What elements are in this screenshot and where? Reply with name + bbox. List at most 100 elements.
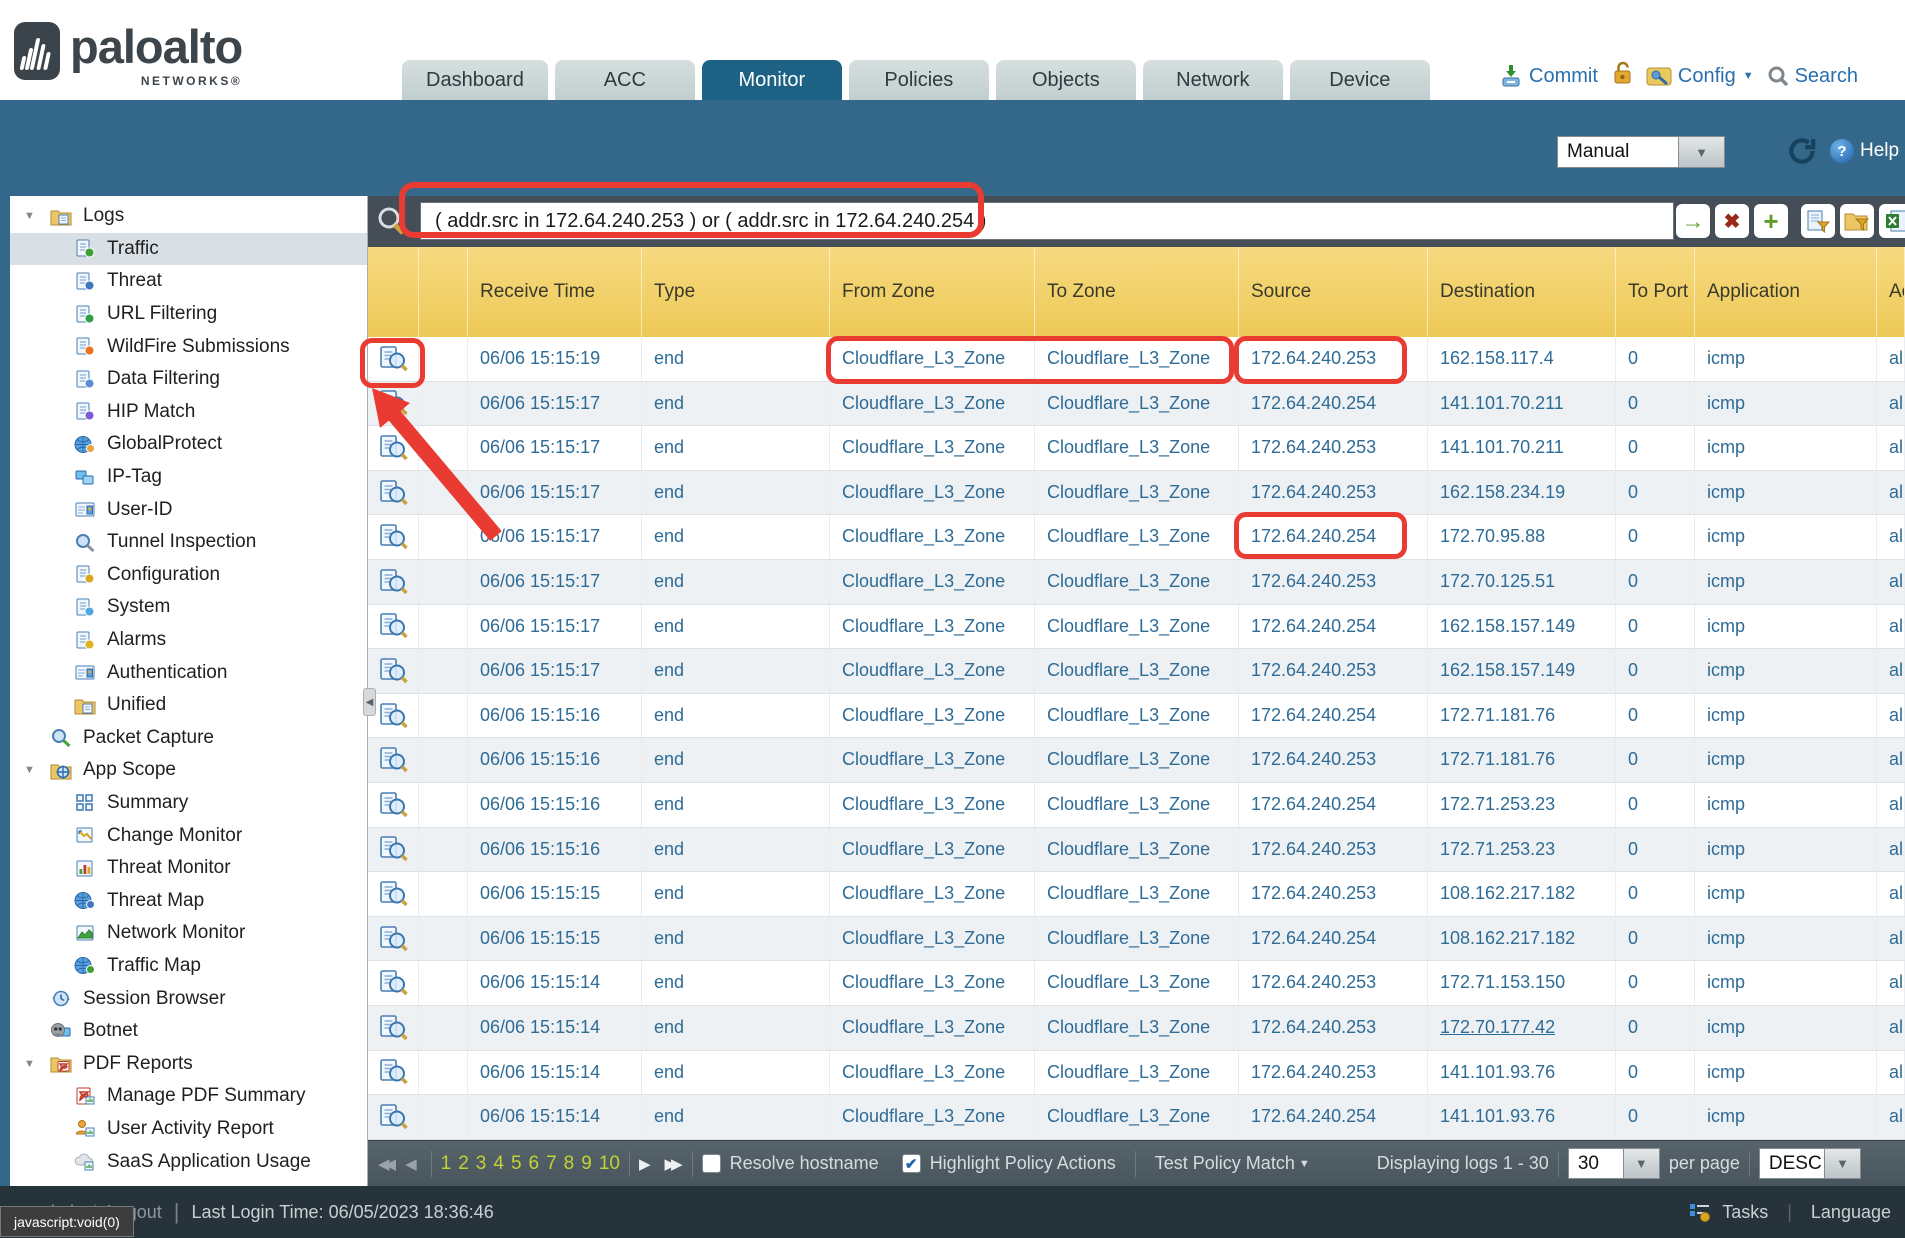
cell-text[interactable]: 172.64.240.254	[1251, 1106, 1376, 1126]
cell-text[interactable]: 06/06 15:15:17	[480, 393, 600, 413]
cell-text[interactable]: Cloudflare_L3_Zone	[1047, 1017, 1210, 1037]
log-detail-icon[interactable]	[368, 426, 419, 470]
cell-text[interactable]: Cloudflare_L3_Zone	[1047, 972, 1210, 992]
cell-text[interactable]: icmp	[1707, 705, 1745, 725]
cell-text[interactable]: Cloudflare_L3_Zone	[842, 749, 1005, 769]
cell-text[interactable]: 06/06 15:15:14	[480, 972, 600, 992]
cell-text[interactable]: Cloudflare_L3_Zone	[842, 705, 1005, 725]
cell-text[interactable]: icmp	[1707, 348, 1745, 368]
cell-text[interactable]: icmp	[1707, 571, 1745, 591]
tab-device[interactable]: Device	[1290, 60, 1430, 100]
cell-text[interactable]: 0	[1628, 393, 1638, 413]
cell-text[interactable]: 172.71.253.23	[1440, 794, 1555, 814]
cell-text[interactable]: Cloudflare_L3_Zone	[842, 972, 1005, 992]
cell-text[interactable]: icmp	[1707, 1106, 1745, 1126]
cell-text[interactable]: icmp	[1707, 1062, 1745, 1082]
cell-text[interactable]: icmp	[1707, 1017, 1745, 1037]
cell-text[interactable]: 172.64.240.253	[1251, 1062, 1376, 1082]
cell-text[interactable]: 0	[1628, 660, 1638, 680]
page-link-1[interactable]: 1	[441, 1153, 452, 1175]
cell-text[interactable]: 172.64.240.253	[1251, 348, 1376, 368]
page-link-10[interactable]: 10	[599, 1153, 620, 1175]
cell-text[interactable]: 06/06 15:15:14	[480, 1062, 600, 1082]
cell-text[interactable]: 06/06 15:15:14	[480, 1106, 600, 1126]
sidebar-item-wildfire-submissions[interactable]: WildFire Submissions	[10, 330, 367, 363]
refresh-icon[interactable]	[1786, 136, 1818, 171]
cell-text[interactable]: 06/06 15:15:16	[480, 705, 600, 725]
log-detail-icon[interactable]	[368, 337, 419, 381]
cell-text[interactable]: Cloudflare_L3_Zone	[1047, 571, 1210, 591]
resolve-hostname-checkbox[interactable]	[702, 1154, 721, 1173]
cell-text[interactable]: end	[654, 839, 684, 859]
cell-text[interactable]: Cloudflare_L3_Zone	[842, 660, 1005, 680]
cell-text[interactable]: Cloudflare_L3_Zone	[842, 1062, 1005, 1082]
cell-text[interactable]: 172.71.253.23	[1440, 839, 1555, 859]
per-page-select[interactable]: 30 ▼	[1568, 1148, 1660, 1179]
last-page-button[interactable]: ▶▶	[665, 1155, 683, 1173]
first-page-button[interactable]: ◀◀	[378, 1155, 396, 1173]
cell-text[interactable]: al	[1889, 839, 1903, 859]
log-detail-icon[interactable]	[368, 961, 419, 1005]
cell-text[interactable]: icmp	[1707, 482, 1745, 502]
sidebar-item-alarms[interactable]: Alarms	[10, 624, 367, 657]
cell-text[interactable]: 06/06 15:15:14	[480, 1017, 600, 1037]
column-header-blank[interactable]	[419, 247, 468, 337]
cell-text[interactable]: 172.64.240.253	[1251, 972, 1376, 992]
sidebar-item-traffic-map[interactable]: Traffic Map	[10, 950, 367, 983]
per-page-dropdown-arrow[interactable]: ▼	[1624, 1148, 1660, 1179]
log-detail-icon[interactable]	[368, 872, 419, 916]
cell-text[interactable]: 0	[1628, 1062, 1638, 1082]
cell-text[interactable]: Cloudflare_L3_Zone	[1047, 526, 1210, 546]
load-filter-button[interactable]	[1840, 204, 1874, 238]
cell-text[interactable]: Cloudflare_L3_Zone	[1047, 660, 1210, 680]
log-detail-icon[interactable]	[368, 828, 419, 872]
sidebar-item-network-monitor[interactable]: Network Monitor	[10, 917, 367, 950]
cell-text[interactable]: end	[654, 437, 684, 457]
sidebar-item-session-browser[interactable]: Session Browser	[10, 982, 367, 1015]
cell-text[interactable]: 06/06 15:15:17	[480, 437, 600, 457]
cell-text[interactable]: 141.101.70.211	[1440, 437, 1564, 457]
cell-text[interactable]: 172.64.240.253	[1251, 1017, 1376, 1037]
cell-text[interactable]: Cloudflare_L3_Zone	[842, 348, 1005, 368]
page-link-5[interactable]: 5	[511, 1153, 522, 1175]
cell-text[interactable]: 0	[1628, 348, 1638, 368]
cell-text[interactable]: end	[654, 1062, 684, 1082]
cell-text[interactable]: 141.101.70.211	[1440, 393, 1564, 413]
cell-text[interactable]: 0	[1628, 1017, 1638, 1037]
cell-text[interactable]: Cloudflare_L3_Zone	[1047, 482, 1210, 502]
cell-text[interactable]: Cloudflare_L3_Zone	[842, 526, 1005, 546]
prev-page-button[interactable]: ◀	[405, 1155, 422, 1173]
log-detail-icon[interactable]	[368, 783, 419, 827]
log-detail-icon[interactable]	[368, 605, 419, 649]
cell-text[interactable]: 141.101.93.76	[1440, 1062, 1555, 1082]
column-header-blank[interactable]	[368, 247, 419, 337]
cell-text[interactable]: al	[1889, 1017, 1903, 1037]
cell-text[interactable]: Cloudflare_L3_Zone	[1047, 928, 1210, 948]
cell-text[interactable]: end	[654, 928, 684, 948]
log-detail-icon[interactable]	[368, 382, 419, 426]
cell-text[interactable]: 0	[1628, 883, 1638, 903]
cell-text[interactable]: icmp	[1707, 660, 1745, 680]
tab-network[interactable]: Network	[1143, 60, 1283, 100]
cell-text[interactable]: Cloudflare_L3_Zone	[1047, 1106, 1210, 1126]
cell-text[interactable]: 172.64.240.253	[1251, 883, 1376, 903]
sidebar-item-data-filtering[interactable]: Data Filtering	[10, 363, 367, 396]
cell-text[interactable]: Cloudflare_L3_Zone	[1047, 437, 1210, 457]
column-header-to-zone[interactable]: To Zone	[1035, 247, 1239, 337]
tab-monitor[interactable]: Monitor	[702, 60, 842, 100]
cell-text[interactable]: icmp	[1707, 526, 1745, 546]
tab-policies[interactable]: Policies	[849, 60, 989, 100]
log-detail-icon[interactable]	[368, 515, 419, 559]
cell-text[interactable]: 172.64.240.254	[1251, 928, 1376, 948]
page-link-7[interactable]: 7	[546, 1153, 557, 1175]
test-policy-match-button[interactable]: Test Policy Match▼	[1155, 1153, 1310, 1174]
cell-text[interactable]: 06/06 15:15:17	[480, 571, 600, 591]
log-detail-icon[interactable]	[368, 560, 419, 604]
cell-text[interactable]: 172.71.181.76	[1440, 749, 1555, 769]
cell-text[interactable]: 172.64.240.254	[1251, 616, 1376, 636]
cell-text[interactable]: 172.64.240.254	[1251, 526, 1376, 546]
cell-text[interactable]: 0	[1628, 437, 1638, 457]
cell-text[interactable]: 172.64.240.254	[1251, 794, 1376, 814]
log-detail-icon[interactable]	[368, 1051, 419, 1095]
sidebar-item-manage-pdf-summary[interactable]: Manage PDF Summary	[10, 1080, 367, 1113]
